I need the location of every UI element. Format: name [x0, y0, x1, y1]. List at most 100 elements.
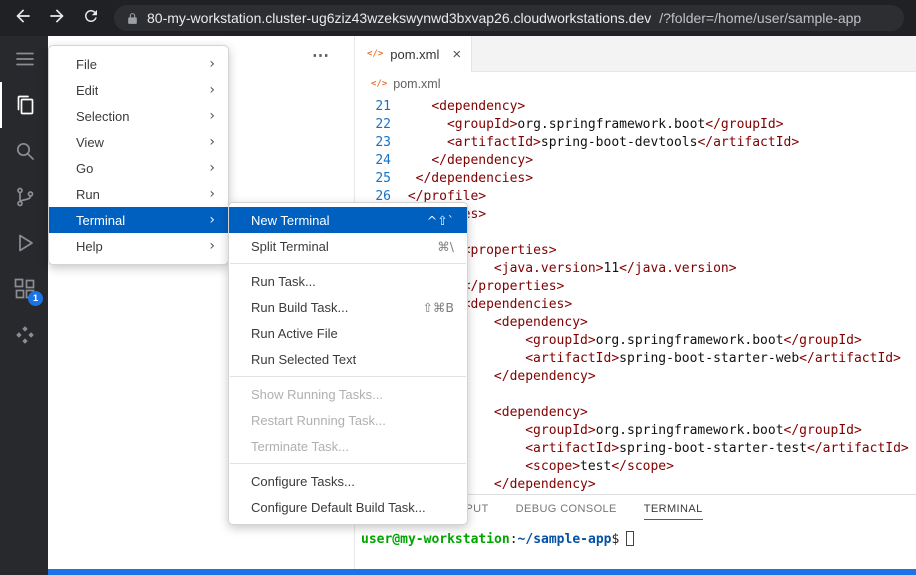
lock-icon [126, 12, 139, 25]
tab-label: pom.xml [390, 47, 439, 62]
menu-item-label: Run Active File [251, 326, 338, 341]
menu-item-new-terminal[interactable]: New Terminal ^⇧` [229, 207, 467, 233]
code-line[interactable]: 21 <dependency> [355, 98, 916, 116]
activity-run-debug[interactable] [0, 220, 48, 266]
code-line[interactable]: 22 <groupId>org.springframework.boot</gr… [355, 116, 916, 134]
menu-item-label: Run Task... [251, 274, 316, 289]
menu-item-label: Terminal [76, 213, 125, 228]
menu-item-label: New Terminal [251, 213, 330, 228]
chevron-right-icon: › [209, 160, 215, 176]
menu-item-label: Run [76, 187, 100, 202]
menu-item-label: Configure Default Build Task... [251, 500, 426, 515]
code-text: <groupId>org.springframework.boot</group… [400, 422, 862, 440]
code-line[interactable]: 24 </dependency> [355, 152, 916, 170]
forward-button[interactable] [46, 7, 68, 29]
activity-source-control[interactable] [0, 174, 48, 220]
menu-item-label: File [76, 57, 97, 72]
menu-item-view[interactable]: View› [49, 129, 228, 155]
activity-explorer[interactable] [0, 82, 48, 128]
terminal-submenu: New Terminal ^⇧` Split Terminal ⌘\ Run Task.… [228, 202, 468, 525]
hamburger-icon [13, 47, 37, 71]
chevron-right-icon: › [209, 186, 215, 202]
menu-item-configure-tasks[interactable]: Configure Tasks... [229, 468, 467, 494]
breadcrumb[interactable]: </> pom.xml [355, 72, 916, 96]
menu-item-run-task[interactable]: Run Task... [229, 268, 467, 294]
panel-tab-terminal[interactable]: TERMINAL [644, 503, 703, 520]
menu-item-label: Configure Tasks... [251, 474, 355, 489]
menu-item-restart-running-task: Restart Running Task... [229, 407, 467, 433]
menu-item-selection[interactable]: Selection› [49, 103, 228, 129]
breadcrumb-item: pom.xml [393, 77, 440, 91]
menu-item-edit[interactable]: Edit › [49, 77, 228, 103]
xml-file-icon: </> [367, 49, 383, 59]
close-icon[interactable]: × [452, 46, 461, 63]
activity-bar: 1 [0, 36, 48, 575]
shortcut-label: ⌘\ [437, 239, 454, 254]
terminal[interactable]: user@my-workstation:~/sample-app$ [361, 532, 634, 547]
tab-pom-xml[interactable]: </> pom.xml × [355, 36, 472, 72]
xml-file-icon: </> [371, 79, 387, 89]
menu-item-terminal[interactable]: Terminal › [49, 207, 228, 233]
menu-item-label: Edit [76, 83, 98, 98]
line-number: 22 [355, 116, 391, 134]
chevron-right-icon: › [209, 134, 215, 150]
application-menu: File›Edit›Selection›View›Go›Run›Terminal… [48, 45, 229, 265]
menu-item-run-active-file[interactable]: Run Active File [229, 320, 467, 346]
more-actions-icon[interactable]: ⋯ [312, 46, 330, 66]
menu-item-show-running-tasks: Show Running Tasks... [229, 381, 467, 407]
menu-item-run-build-task[interactable]: Run Build Task... ⇧⌘B [229, 294, 467, 320]
url-host: 80-my-workstation.cluster-ug6ziz43wzeksw… [147, 10, 651, 26]
menu-item-label: Run Selected Text [251, 352, 356, 367]
back-button[interactable] [12, 7, 34, 29]
address-bar[interactable]: 80-my-workstation.cluster-ug6ziz43wzeksw… [114, 5, 904, 31]
menu-separator [230, 263, 466, 264]
code-line[interactable]: 23 <artifactId>spring-boot-devtools</art… [355, 134, 916, 152]
prompt-dollar: $ [611, 532, 619, 547]
line-number: 23 [355, 134, 391, 152]
chevron-right-icon: › [209, 82, 215, 98]
browser-toolbar: 80-my-workstation.cluster-ug6ziz43wzeksw… [0, 0, 916, 36]
code-text: </dependency> [400, 152, 533, 170]
menu-item-label: Selection [76, 109, 129, 124]
code-line[interactable]: 25 </dependencies> [355, 170, 916, 188]
chevron-right-icon: › [209, 212, 215, 228]
code-text: </dependencies> [400, 170, 533, 188]
menu-separator [230, 376, 466, 377]
menu-item-label: Run Build Task... [251, 300, 348, 315]
line-number: 24 [355, 152, 391, 170]
prompt-user-host: user@my-workstation [361, 532, 510, 547]
line-number: 21 [355, 98, 391, 116]
code-text: <artifactId>spring-boot-starter-test</ar… [400, 440, 909, 458]
menu-toggle-button[interactable] [0, 36, 48, 82]
code-text: <artifactId>spring-boot-starter-web</art… [400, 350, 901, 368]
code-text: <groupId>org.springframework.boot</group… [400, 332, 862, 350]
line-number: 25 [355, 170, 391, 188]
activity-cloud-code[interactable] [0, 312, 48, 358]
chevron-right-icon: › [209, 238, 215, 254]
tab-strip: </> pom.xml × [355, 36, 916, 72]
menu-item-label: Go [76, 161, 93, 176]
code-text: <dependency> [400, 98, 525, 116]
menu-separator [230, 463, 466, 464]
url-path: /?folder=/home/user/sample-app [659, 10, 861, 26]
refresh-button[interactable] [80, 7, 102, 29]
shortcut-label: ⇧⌘B [422, 300, 454, 315]
menu-item-split-terminal[interactable]: Split Terminal ⌘\ [229, 233, 467, 259]
shortcut-label: ^⇧` [427, 213, 454, 228]
menu-item-help[interactable]: Help › [49, 233, 228, 259]
prompt-path: ~/sample-app [518, 532, 612, 547]
menu-item-label: Split Terminal [251, 239, 329, 254]
menu-item-run[interactable]: Run › [49, 181, 228, 207]
menu-item-configure-default-build-task[interactable]: Configure Default Build Task... [229, 494, 467, 520]
menu-item-label: Help [76, 239, 103, 254]
files-icon [13, 93, 37, 117]
run-debug-icon [13, 231, 37, 255]
panel-tab-debug-console[interactable]: DEBUG CONSOLE [516, 503, 617, 520]
code-text: <groupId>org.springframework.boot</group… [400, 116, 784, 134]
forward-arrow-icon [47, 6, 67, 31]
menu-item-go[interactable]: Go › [49, 155, 228, 181]
menu-item-run-selected-text[interactable]: Run Selected Text [229, 346, 467, 372]
menu-item-file[interactable]: File› [49, 51, 228, 77]
activity-search[interactable] [0, 128, 48, 174]
activity-extensions[interactable]: 1 [0, 266, 48, 312]
